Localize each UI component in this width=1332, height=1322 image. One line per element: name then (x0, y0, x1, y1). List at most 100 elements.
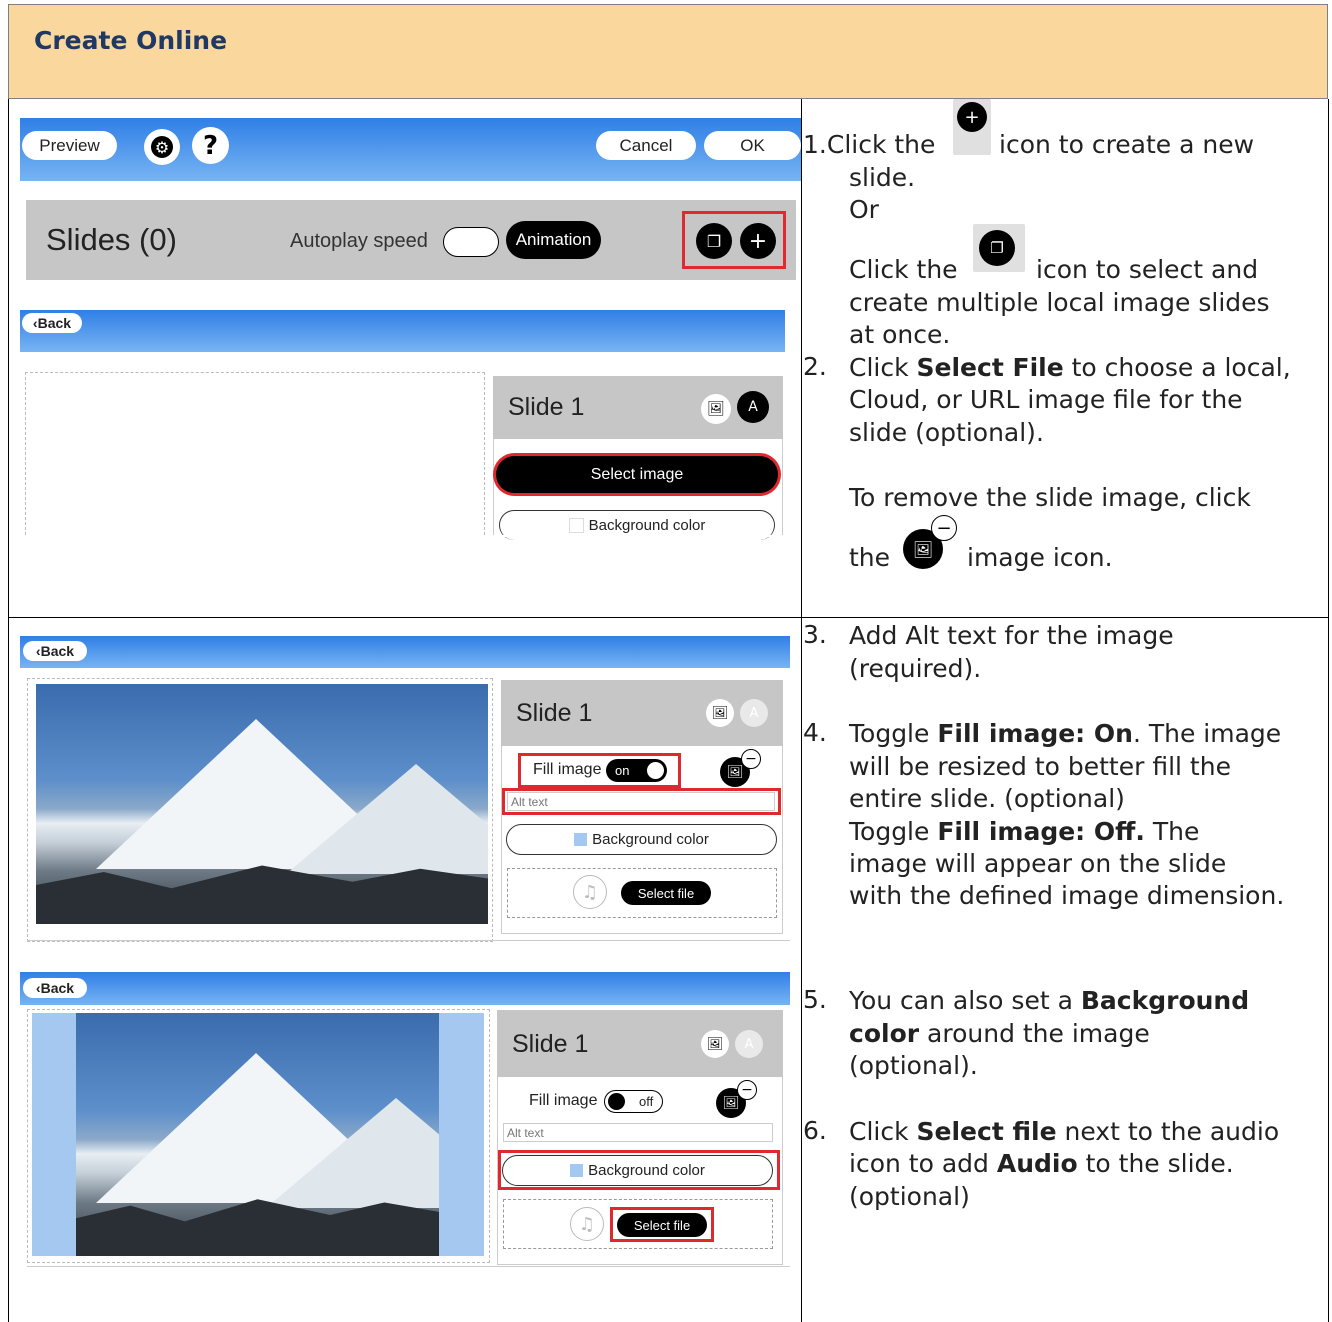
step-1-text-e: icon to select and (1036, 255, 1259, 284)
step-6-bold-2: Audio (996, 1149, 1078, 1178)
step-5-text-b: around the image (927, 1019, 1150, 1048)
step-2-text-a: Click (849, 353, 909, 382)
step-6-line-1: Click Select file next to the audio (849, 1116, 1324, 1149)
toggle-state: off (639, 1094, 654, 1109)
step-2-text-e: To remove the slide image, click (849, 483, 1251, 512)
back-label: Back (40, 980, 75, 996)
step-4-line-5: Toggle Fill image: Off. The (849, 816, 1324, 849)
select-image-button[interactable]: Select image (496, 456, 778, 493)
step-4-text-b: . The image (1132, 719, 1282, 748)
toggle-knob (647, 762, 664, 779)
step-2-line-1: Click Select File to choose a local, (849, 352, 1324, 385)
crop-edge (20, 535, 800, 537)
alt-text-input[interactable] (503, 1123, 773, 1142)
accessibility-icon[interactable]: A (740, 699, 768, 727)
minus-icon: − (737, 1080, 757, 1100)
table-border-right (1328, 99, 1329, 1322)
step-4-bold-1: Fill image: On (937, 719, 1133, 748)
step-1-line-1: 1.Click the (803, 129, 935, 162)
color-swatch (570, 1164, 584, 1177)
step-4-bold-2: Fill image: Off. (937, 817, 1145, 846)
background-color-label: Background color (588, 517, 706, 534)
ok-button[interactable]: OK (704, 131, 801, 160)
step-1-number: 1. (803, 130, 827, 159)
step-5-line-1: You can also set a Background (849, 985, 1324, 1018)
page-title: Create Online (34, 26, 228, 55)
minus-icon: − (931, 515, 957, 541)
music-note-icon: ♫ (570, 1207, 604, 1241)
mountain-image (36, 684, 488, 924)
background-color-button[interactable]: Background color (506, 824, 777, 855)
back-bar (20, 972, 790, 1005)
select-file-button[interactable]: Select file (617, 1213, 707, 1237)
background-color-button[interactable]: Background color (502, 1155, 773, 1186)
step-4-text-g: image will appear on the slide (849, 849, 1227, 878)
step-1-text-c: slide. (849, 163, 916, 192)
minus-icon: − (741, 749, 761, 769)
step-1-text-b: icon to create a new (999, 130, 1255, 159)
background-color-label: Background color (592, 831, 709, 848)
step-4-number: 4. (803, 718, 827, 747)
step-1-text-g: at once. (849, 320, 951, 349)
accessibility-icon[interactable]: A (735, 1030, 763, 1058)
slide-canvas (25, 372, 485, 535)
step-2-bold: Select File (916, 353, 1064, 382)
back-label: Back (40, 643, 75, 659)
preview-button[interactable]: Preview (22, 131, 117, 160)
fill-image-toggle[interactable]: on (606, 759, 667, 782)
step-3-text-b: (required). (849, 654, 982, 683)
step-5-text-c: (optional). (849, 1051, 978, 1080)
animation-button[interactable]: Animation (506, 221, 601, 259)
step-6-text-c: icon to add (849, 1149, 989, 1178)
step-1-text-f: create multiple local image slides (849, 288, 1270, 317)
divider (27, 1266, 790, 1267)
slide-title: Slide 1 (512, 1030, 589, 1058)
step-6-bold-1: Select file (916, 1117, 1057, 1146)
add-slide-icon[interactable]: + (740, 223, 776, 259)
image-icon[interactable]: 🖼 (701, 1030, 729, 1058)
step-6-text-e: (optional) (849, 1182, 970, 1211)
step-2-text-c: Cloud, or URL image file for the (849, 385, 1243, 414)
step-2-text-b: to choose a local, (1071, 353, 1291, 382)
cancel-button[interactable]: Cancel (596, 131, 696, 160)
slide-title: Slide 1 (516, 699, 593, 727)
back-button[interactable]: ‹ Back (23, 978, 87, 998)
step-6-number: 6. (803, 1116, 827, 1145)
step-2-text-d: slide (optional). (849, 418, 1044, 447)
gear-icon[interactable]: ⚙ (144, 129, 180, 165)
slides-title: Slides (0) (46, 222, 177, 257)
step-4-text-d: entire slide. (optional) (849, 784, 1125, 813)
mountain-image (76, 1013, 439, 1256)
image-icon[interactable]: 🖼 (701, 394, 731, 424)
back-label: Back (37, 315, 72, 331)
multi-image-slides-icon[interactable]: ❐ (696, 223, 732, 259)
back-button[interactable]: ‹ Back (23, 641, 87, 661)
step-6-text-b: next to the audio (1064, 1117, 1280, 1146)
back-button[interactable]: ‹ Back (22, 313, 82, 333)
autoplay-toggle[interactable] (443, 227, 499, 257)
accessibility-icon[interactable]: A (737, 391, 769, 423)
step-1-or: Or (849, 195, 879, 224)
color-swatch (568, 518, 584, 533)
step-5-line-2: color around the image (849, 1018, 1324, 1051)
image-icon[interactable]: 🖼 (706, 699, 734, 727)
alt-text-input[interactable] (507, 792, 775, 811)
fill-image-label: Fill image (533, 761, 602, 778)
fill-image-toggle[interactable]: off (604, 1090, 663, 1113)
step-5-bold-1: Background (1080, 986, 1250, 1015)
fill-image-label: Fill image (529, 1092, 598, 1109)
step-4-text-f: The (1152, 817, 1200, 846)
step-2-text-g: image icon. (967, 543, 1113, 572)
autoplay-label: Autoplay speed (290, 230, 428, 252)
add-slide-icon-sample: + (953, 99, 991, 155)
step-6-line-2: icon to add Audio to the slide. (849, 1148, 1324, 1181)
step-4-line-1: Toggle Fill image: On. The image (849, 718, 1324, 751)
background-color-label: Background color (588, 1162, 705, 1179)
music-note-icon: ♫ (573, 875, 607, 909)
step-1-text-a: Click the (826, 130, 936, 159)
step-5-number: 5. (803, 985, 827, 1014)
select-file-button[interactable]: Select file (621, 881, 711, 905)
help-icon[interactable]: ? (192, 127, 229, 164)
color-swatch (574, 833, 588, 846)
step-2-number: 2. (803, 352, 827, 381)
